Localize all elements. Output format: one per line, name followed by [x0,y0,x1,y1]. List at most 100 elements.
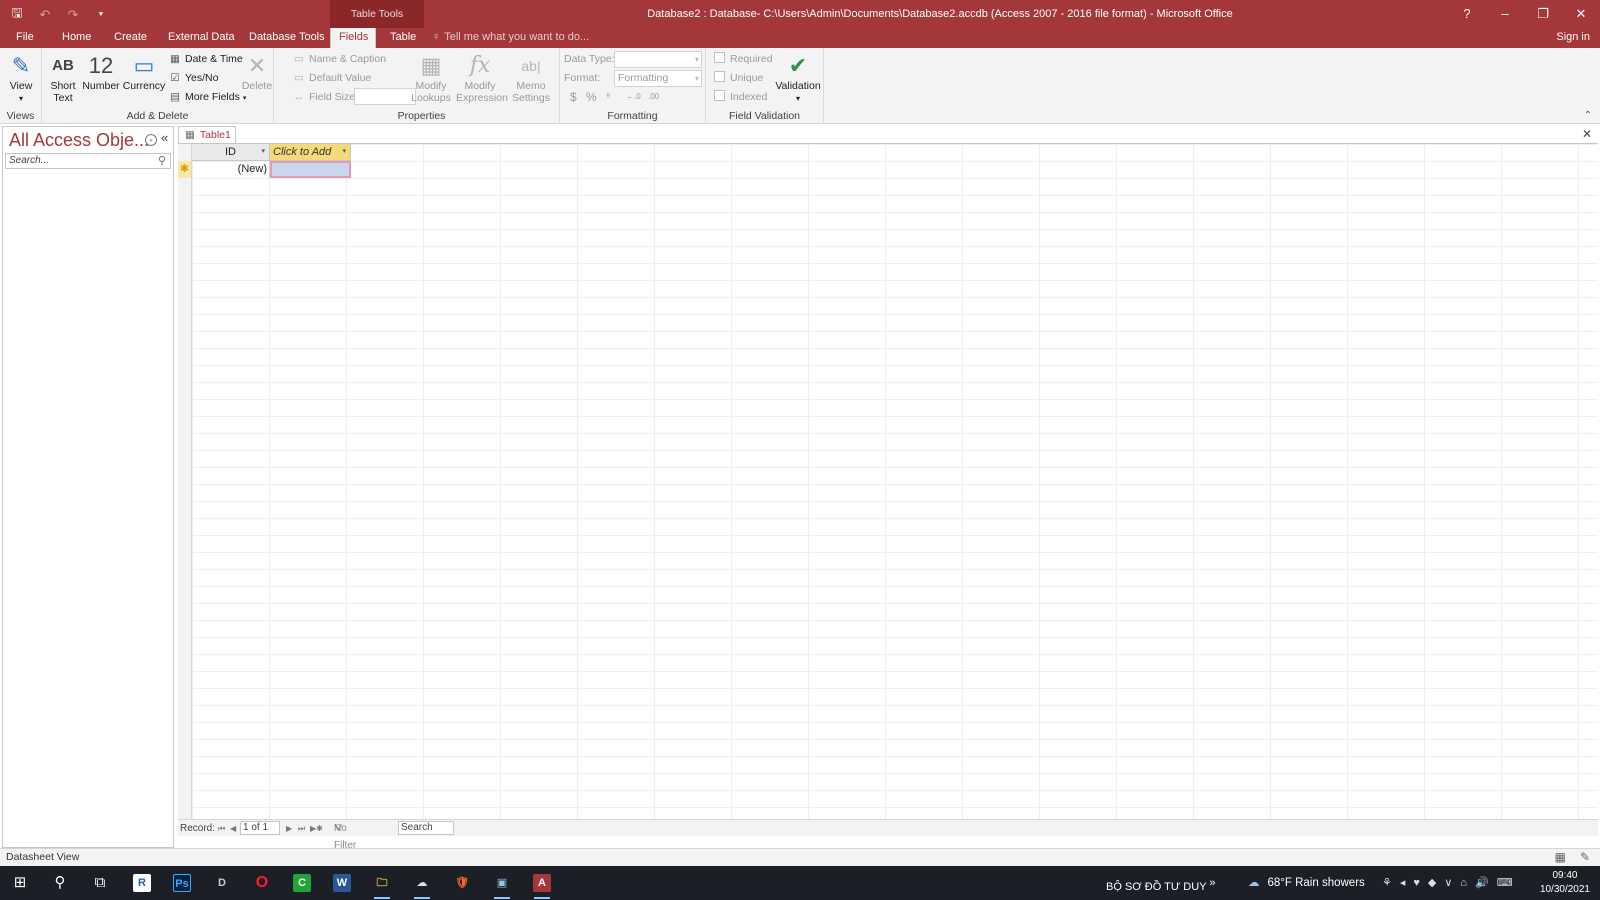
nav-search-input[interactable]: Search... ⚲ [5,153,171,169]
toolbar-more-icon[interactable]: » [1209,877,1215,889]
function-icon: fx [469,53,491,78]
tab-file[interactable]: File [8,28,42,48]
window-app-icon[interactable]: ▣ [482,866,522,900]
next-record-icon[interactable]: ▶ [286,820,292,837]
column-header-id[interactable]: ID ▾ [192,144,270,161]
record-search-input[interactable]: Search [398,821,454,835]
view-label: View [9,80,33,92]
tab-create[interactable]: Create [106,28,155,48]
document-tab-table1[interactable]: ▦ Table1 [178,126,236,143]
record-selector-column[interactable] [178,144,192,820]
chevron-down-icon[interactable]: ⌄ [145,134,157,146]
default-value-button[interactable]: ▭ Default Value [292,69,371,87]
search-icon[interactable]: ⚲ [158,154,166,168]
format-select[interactable]: Formatting ▾ [614,70,702,87]
close-document-icon[interactable]: ✕ [1582,127,1592,141]
help-button[interactable]: ? [1448,0,1486,28]
field-size-input[interactable] [354,88,416,105]
datasheet-grid[interactable]: ID ▾ Click to Add ▾ ✱ (New) [178,143,1598,820]
comma-format-button[interactable]: ⁹ [606,88,611,106]
calendar-icon: ▦ [170,53,180,65]
word-icon[interactable]: W [322,866,362,900]
cloud-app-icon[interactable]: ☁ [402,866,442,900]
unique-checkbox[interactable]: Unique [714,69,763,87]
taskbar-toolbar-label[interactable]: BỘ SƠ ĐỒ TƯ DUY » [1106,866,1216,900]
restore-button[interactable]: ❐ [1524,0,1562,28]
nav-pane-title[interactable]: All Access Obje... [9,130,149,151]
previous-record-icon[interactable]: ◀ [230,820,236,837]
photoshop-icon[interactable]: Ps [162,866,202,900]
clock[interactable]: 09:40 10/30/2021 [1540,869,1590,897]
sign-in-link[interactable]: Sign in [1556,28,1590,48]
undo-icon[interactable]: ↶ [36,7,54,23]
file-explorer-icon[interactable]: 🗀 [362,866,402,900]
tab-external-data[interactable]: External Data [160,28,243,48]
collapse-ribbon-icon[interactable]: ⌃ [1584,110,1592,121]
search-icon[interactable]: ⚲ [40,866,80,900]
column-header-click-to-add[interactable]: Click to Add ▾ [270,144,351,161]
tell-me-search[interactable]: ♀ Tell me what you want to do... [432,28,589,48]
name-caption-button[interactable]: ▭ Name & Caption [292,50,386,68]
cell-click-to-add[interactable] [270,161,351,178]
cell-id-new[interactable]: (New) [192,161,270,178]
chevron-down-icon: ▾ [694,55,699,64]
modify-lookups-button[interactable]: ▦ Modify Lookups [410,52,452,104]
currency-icon: ▭ [133,53,155,78]
indexed-checkbox[interactable]: Indexed [714,88,767,106]
shutter-bar-collapse-icon[interactable]: « [161,130,168,145]
new-record-marker-icon[interactable]: ✱ [178,161,192,178]
task-view-icon[interactable]: ⧉ [80,866,120,900]
views-group-label: Views [6,110,35,122]
datasheet-view-icon[interactable]: ▦ [1555,849,1566,866]
delete-button[interactable]: ✕ Delete [240,52,274,92]
properties-group-label: Properties [397,110,446,122]
short-text-button[interactable]: AB Short Text [46,52,80,104]
memo-settings-button[interactable]: ab| Memo Settings [508,52,554,104]
ribbon-tabs: File Home Create External Data Database … [0,28,1600,48]
tab-database-tools[interactable]: Database Tools [241,28,333,48]
percent-format-button[interactable]: % [586,88,597,106]
taskbar-app-r-icon[interactable]: R [122,866,162,900]
yes-no-button[interactable]: ☑ Yes/No [168,69,218,87]
redo-icon[interactable]: ↷ [64,7,82,23]
camtasia-icon[interactable]: C [282,866,322,900]
minimize-button[interactable]: – [1486,0,1524,28]
decrease-decimals-button[interactable]: .00 [648,88,659,106]
design-view-icon[interactable]: ✎ [1580,849,1590,866]
modify-expression-button[interactable]: fx Modify Expression [456,52,508,104]
weather-widget[interactable]: ☁ 68°F Rain showers [1248,866,1365,900]
indexed-label: Indexed [730,91,768,103]
opera-icon[interactable]: O [242,866,282,900]
last-record-icon[interactable]: ⏭ [298,820,305,837]
more-fields-button[interactable]: ▤ More Fields ▾ [168,88,246,106]
access-icon[interactable]: A [522,866,562,900]
data-type-select[interactable]: ▾ [614,51,702,68]
tab-fields[interactable]: Fields [330,28,376,48]
customize-qat-icon[interactable]: ⯆ [92,10,110,20]
tab-home[interactable]: Home [54,28,99,48]
new-record-row[interactable]: ✱ (New) [178,161,351,178]
required-checkbox[interactable]: Required [714,50,773,68]
view-button[interactable]: ✎ View ▾ [4,52,38,105]
start-button-icon[interactable]: ⊞ [0,866,40,900]
currency-format-button[interactable]: $ [570,88,577,106]
save-icon[interactable]: 🖫 [8,4,26,26]
new-record-icon[interactable]: ▶✱ [310,820,323,837]
chevron-down-icon[interactable]: ▾ [261,144,265,160]
chevron-down-icon[interactable]: ▾ [342,144,346,160]
number-button[interactable]: 12 Number [80,52,122,92]
first-record-icon[interactable]: ⏮ [218,820,225,837]
increase-decimals-button[interactable]: ←.0 [626,88,641,106]
short-text-icon: AB [52,57,74,74]
date-time-button[interactable]: ▦ Date & Time [168,50,243,68]
current-record-field[interactable]: 1 of 1 [240,821,280,835]
table-icon: ▦ [185,129,195,141]
currency-button[interactable]: ▭ Currency [122,52,166,92]
validation-button[interactable]: ✔ Validation ▾ [774,52,822,105]
system-tray-icons[interactable]: ⚘◂♥◆∨⌂🔊⌨ [1382,866,1521,900]
brave-icon[interactable]: 🛡 [442,866,482,900]
views-group: ✎ View ▾ Views [0,48,42,124]
close-button[interactable]: ✕ [1562,0,1600,28]
demo-app-icon[interactable]: D [202,866,242,900]
tab-table[interactable]: Table [382,28,424,48]
